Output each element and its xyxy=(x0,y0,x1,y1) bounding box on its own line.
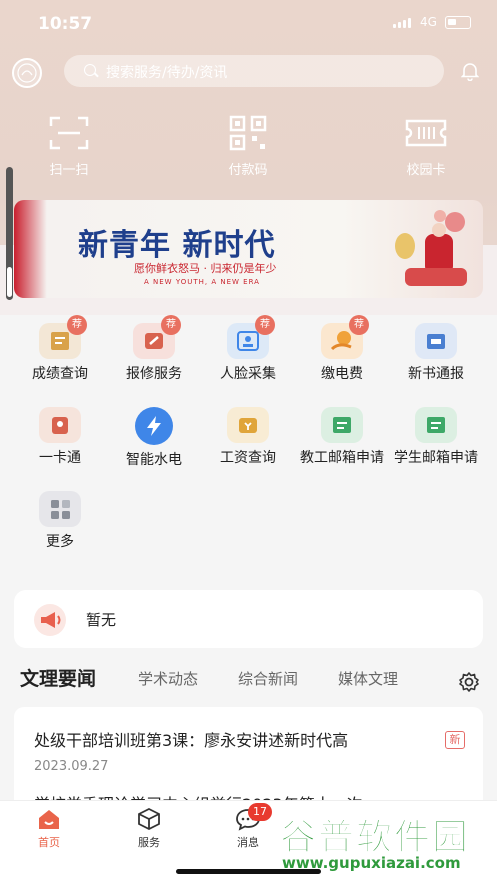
quick-action-scan[interactable]: 扫一扫 xyxy=(24,115,114,178)
service-staff-mail[interactable]: 教工邮箱申请 xyxy=(294,407,390,467)
service-electricity-fee[interactable]: 荐 缴电费 xyxy=(294,315,390,383)
quick-action-campus-card[interactable]: 校园卡 xyxy=(381,115,471,178)
electricity-fee-icon: 荐 xyxy=(321,315,369,359)
service-label: 教工邮箱申请 xyxy=(300,450,384,466)
battery-icon xyxy=(445,16,471,29)
student-mail-icon xyxy=(415,407,457,443)
staff-mail-icon xyxy=(321,407,363,443)
service-more[interactable]: 更多 xyxy=(12,491,108,551)
home-icon xyxy=(36,807,62,831)
home-indicator xyxy=(176,869,321,874)
qr-code-icon xyxy=(227,115,269,151)
services-cube-icon xyxy=(136,807,162,831)
new-books-icon xyxy=(415,323,457,359)
tab-wenli-news[interactable]: 文理要闻 xyxy=(20,664,96,691)
tab-label: 首页 xyxy=(38,836,60,849)
service-label: 一卡通 xyxy=(39,450,81,466)
status-time: 10:57 xyxy=(38,14,93,34)
news-item-date: 2023.09.27 xyxy=(34,759,109,774)
service-one-card[interactable]: 一卡通 xyxy=(12,407,108,467)
tab-home[interactable]: 首页 xyxy=(19,807,79,850)
tab-services[interactable]: 服务 xyxy=(119,807,179,850)
service-new-books[interactable]: 新书通报 xyxy=(388,323,484,383)
tab-academic[interactable]: 学术动态 xyxy=(138,668,198,689)
gear-icon[interactable] xyxy=(458,671,480,693)
banner-illustration xyxy=(395,210,467,286)
service-label: 成绩查询 xyxy=(32,366,88,382)
campus-card-icon xyxy=(405,115,447,151)
tab-general-news[interactable]: 综合新闻 xyxy=(238,668,298,689)
service-grades[interactable]: 荐 成绩查询 xyxy=(12,315,108,383)
quick-action-label: 付款码 xyxy=(228,163,268,178)
service-repair[interactable]: 荐 报修服务 xyxy=(106,315,202,383)
tab-label: 服务 xyxy=(138,836,160,849)
status-bar: 10:57 4G xyxy=(0,0,497,46)
face-id-icon: 荐 xyxy=(227,315,275,359)
quick-action-pay-code[interactable]: 付款码 xyxy=(203,115,293,178)
scan-icon xyxy=(48,115,90,151)
service-label: 工资查询 xyxy=(220,450,276,466)
recommend-badge: 荐 xyxy=(67,315,87,335)
service-label: 缴电费 xyxy=(321,366,363,382)
banner-subtitle-en: A NEW YOUTH, A NEW ERA xyxy=(144,278,260,286)
search-placeholder: 搜索服务/待办/资讯 xyxy=(106,65,228,81)
promo-banner[interactable]: 新青年 新时代 愿你鲜衣怒马 · 归来仍是年少 A NEW YOUTH, A N… xyxy=(14,200,483,298)
service-salary[interactable]: 工资查询 xyxy=(200,407,296,467)
recommend-badge: 荐 xyxy=(255,315,275,335)
service-label: 人脸采集 xyxy=(220,366,276,382)
recommend-badge: 荐 xyxy=(161,315,181,335)
service-student-mail[interactable]: 学生邮箱申请 xyxy=(388,407,484,467)
site-watermark: 谷普软件园 www.gupuxiazai.com xyxy=(272,808,494,876)
service-label: 智能水电 xyxy=(126,452,182,468)
service-label: 新书通报 xyxy=(408,366,464,382)
quick-action-label: 扫一扫 xyxy=(49,163,89,178)
school-logo xyxy=(12,58,42,88)
watermark-text: 谷普软件园 xyxy=(279,817,471,859)
lightning-icon xyxy=(135,407,173,445)
side-scroll-indicator xyxy=(6,167,13,300)
message-count-badge: 17 xyxy=(248,803,272,821)
signal-icon xyxy=(393,18,411,28)
recommend-badge: 荐 xyxy=(349,315,369,335)
service-label: 报修服务 xyxy=(126,366,182,382)
search-input[interactable]: 搜索服务/待办/资讯 xyxy=(64,55,444,87)
news-tabs: 文理要闻 学术动态 综合新闻 媒体文理 xyxy=(20,668,490,698)
service-label: 更多 xyxy=(46,534,74,550)
bell-icon[interactable] xyxy=(460,61,480,82)
quick-action-label: 校园卡 xyxy=(406,163,446,178)
service-face-capture[interactable]: 荐 人脸采集 xyxy=(200,315,296,383)
tab-media[interactable]: 媒体文理 xyxy=(338,668,398,689)
notice-text: 暂无 xyxy=(86,611,117,629)
more-grid-icon xyxy=(39,491,81,527)
search-icon xyxy=(84,64,96,76)
new-tag: 新 xyxy=(445,731,465,749)
megaphone-icon xyxy=(34,604,66,636)
salary-icon xyxy=(227,407,269,443)
network-type: 4G xyxy=(420,15,437,29)
banner-subtitle: 愿你鲜衣怒马 · 归来仍是年少 xyxy=(134,262,277,275)
service-smart-utilities[interactable]: 智能水电 xyxy=(106,407,202,469)
repair-icon: 荐 xyxy=(133,315,181,359)
banner-title: 新青年 新时代 xyxy=(78,228,276,263)
tab-label: 消息 xyxy=(237,836,259,849)
news-item-title[interactable]: 处级干部培训班第3课：廖永安讲述新时代高 xyxy=(34,727,439,751)
notice-bar[interactable]: 暂无 xyxy=(14,590,483,648)
grades-icon: 荐 xyxy=(39,315,87,359)
service-label: 学生邮箱申请 xyxy=(394,450,478,466)
id-card-icon xyxy=(39,407,81,443)
